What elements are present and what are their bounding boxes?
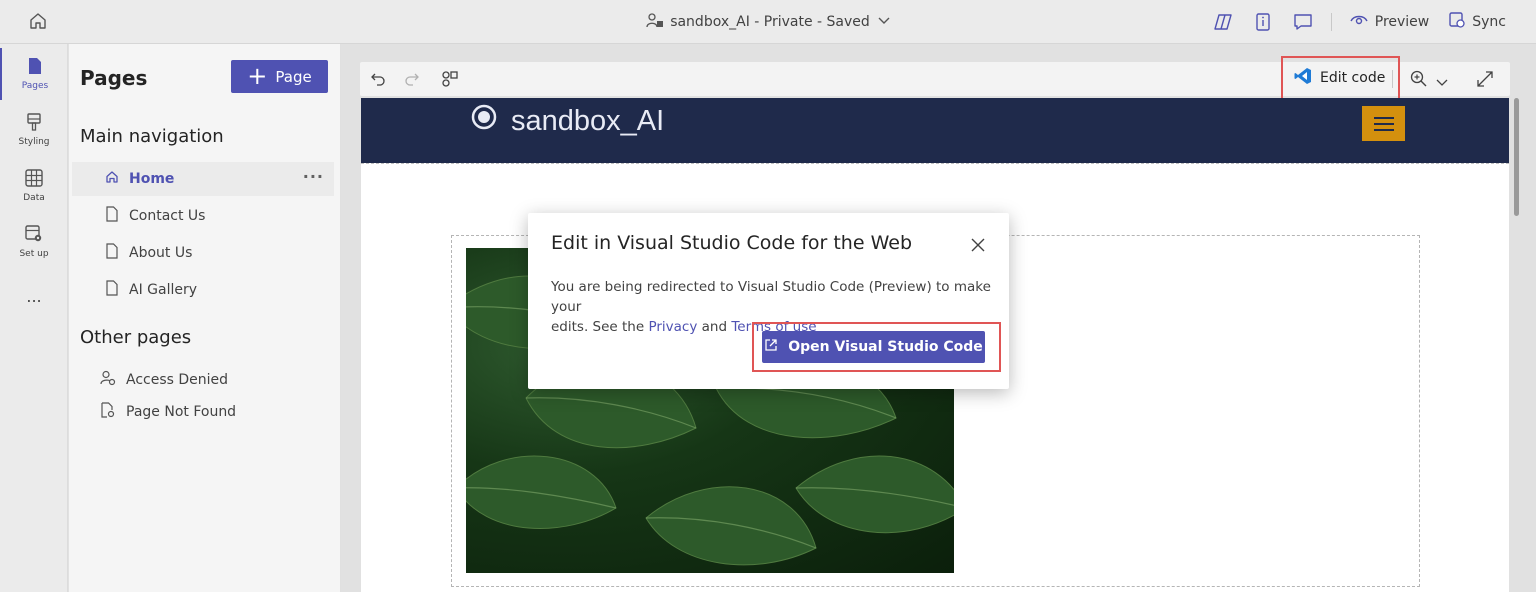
edit-code-highlight	[1281, 56, 1400, 102]
scrollbar-thumb[interactable]	[1514, 98, 1519, 216]
comment-icon[interactable]	[1283, 10, 1323, 34]
home-icon	[105, 170, 119, 188]
site-title: sandbox_AI - Private - Saved	[670, 14, 870, 30]
other-item-label: Access Denied	[126, 372, 229, 388]
other-item-label: Page Not Found	[126, 404, 237, 420]
privacy-link[interactable]: Privacy	[648, 319, 697, 335]
toolbar-divider	[1330, 13, 1332, 31]
rail-item-setup[interactable]: Set up	[0, 216, 68, 268]
nav-item-contact-us[interactable]: Contact Us	[72, 199, 334, 233]
redo-icon[interactable]	[402, 69, 422, 89]
canvas-scrollbar[interactable]	[1513, 98, 1521, 592]
nav-item-home[interactable]: Home ···	[72, 162, 334, 196]
undo-icon[interactable]	[368, 69, 388, 89]
zoom-in-icon	[1410, 70, 1428, 92]
close-icon[interactable]	[968, 235, 988, 255]
site-header: sandbox_AI	[361, 98, 1509, 163]
page-icon	[27, 57, 43, 78]
nav-item-label: Contact Us	[129, 208, 206, 224]
top-bar: sandbox_AI - Private - Saved Preview Syn…	[0, 0, 1536, 44]
site-logo-text: sandbox_AI	[511, 104, 665, 137]
other-pages-heading: Other pages	[80, 327, 192, 348]
settings-icon	[25, 225, 43, 246]
pages-panel: Pages + Page Main navigation Home ··· Co…	[69, 44, 341, 592]
rail-item-data[interactable]: Data	[0, 160, 68, 212]
add-page-button[interactable]: + Page	[231, 60, 328, 93]
sync-label: Sync	[1472, 14, 1506, 30]
rail-label: Styling	[18, 137, 50, 147]
page-icon	[105, 243, 119, 263]
dialog-body-line1: You are being redirected to Visual Studi…	[551, 279, 991, 315]
other-item-page-not-found[interactable]: Page Not Found	[72, 395, 334, 429]
main-navigation-heading: Main navigation	[80, 126, 224, 147]
rail-item-pages[interactable]: Pages	[0, 48, 68, 100]
info-icon[interactable]	[1243, 10, 1283, 34]
nav-item-about-us[interactable]: About Us	[72, 236, 334, 270]
nav-item-ai-gallery[interactable]: AI Gallery	[72, 273, 334, 307]
person-lock-icon	[100, 370, 116, 390]
preview-button[interactable]: Preview	[1340, 13, 1440, 31]
other-item-access-denied[interactable]: Access Denied	[72, 363, 334, 397]
rail-item-styling[interactable]: Styling	[0, 104, 68, 156]
component-icon[interactable]	[440, 69, 460, 89]
logo-icon	[471, 104, 497, 138]
pages-panel-title: Pages	[80, 66, 148, 90]
add-page-label: Page	[275, 67, 312, 86]
sync-icon	[1449, 12, 1465, 32]
zoom-dropdown[interactable]	[1410, 70, 1448, 92]
dialog-title: Edit in Visual Studio Code for the Web	[551, 232, 912, 254]
site-logo[interactable]: sandbox_AI	[471, 104, 664, 138]
nav-item-label: AI Gallery	[129, 282, 198, 298]
chevron-down-icon	[878, 13, 890, 29]
site-access-icon	[646, 13, 664, 33]
page-search-icon	[100, 402, 116, 422]
rail-label: Data	[23, 193, 45, 203]
plus-icon: +	[247, 61, 268, 90]
left-rail: Pages Styling Data Set up ...	[0, 44, 68, 592]
section-divider	[361, 163, 1509, 164]
table-icon	[25, 169, 43, 190]
more-options-icon[interactable]: ···	[303, 167, 324, 186]
sync-button[interactable]: Sync	[1439, 12, 1516, 32]
more-icon: ...	[26, 286, 42, 306]
copilot-icon[interactable]	[1203, 10, 1243, 34]
paintbrush-icon	[26, 113, 42, 134]
nav-item-label: Home	[129, 171, 175, 187]
rail-label: Set up	[19, 249, 49, 259]
dialog-body-prefix: edits. See the	[551, 319, 649, 335]
nav-item-label: About Us	[129, 245, 193, 261]
page-icon	[105, 206, 119, 226]
expand-icon[interactable]	[1476, 70, 1494, 92]
open-vscode-highlight	[752, 322, 1001, 372]
page-icon	[105, 280, 119, 300]
dialog-body-and: and	[697, 319, 732, 335]
hamburger-menu-icon[interactable]	[1362, 106, 1405, 141]
eye-icon	[1350, 13, 1368, 31]
rail-more-button[interactable]: ...	[0, 270, 68, 322]
rail-label: Pages	[21, 81, 49, 91]
chevron-down-icon	[1436, 72, 1448, 91]
preview-label: Preview	[1374, 14, 1430, 30]
